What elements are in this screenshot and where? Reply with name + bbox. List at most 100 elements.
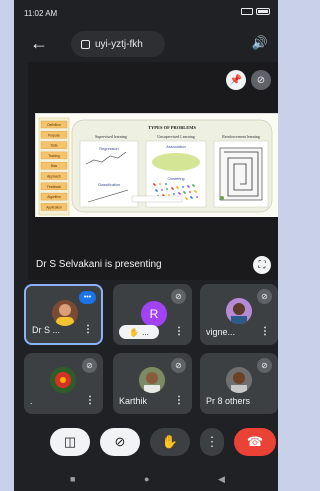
avatar-initial: R [149,307,159,321]
avatar [52,300,78,326]
slide-cluster-dot [154,184,156,186]
photo-avatar-icon [226,367,252,393]
slide-sidebar-label: Bias [51,164,58,168]
signal-icon [241,8,253,15]
slide-cluster-dot [195,191,197,193]
participant-name: Dr S ... [32,325,61,335]
more-options-icon: ⋮ [205,434,219,449]
avatar [139,367,165,393]
mic-off-icon: ⊘ [82,358,97,373]
camera-off-button[interactable]: ◫ [50,428,90,456]
participant-tile-4[interactable]: ⊘ . ⋮ [24,353,103,414]
slide-cluster-dot [182,186,184,188]
slide-cluster-dot [196,196,198,198]
slide-cluster-dot [173,193,175,195]
calendar-icon [81,39,90,49]
slide-col-2: Unsupervised Learning [157,134,194,139]
participant-name: . [30,396,33,406]
mic-off-icon: ⊘ [114,434,126,449]
raise-hand-button[interactable]: ✋ [150,428,190,456]
participant-tile-3[interactable]: ⊘ vigne... ⋮ [200,284,278,345]
mic-off-icon: ⊘ [257,289,272,304]
back-nav-icon[interactable]: ◀ [218,474,225,485]
photo-avatar-icon [56,304,74,326]
avatar [226,298,252,324]
participant-tile-1[interactable]: ••• Dr S ... ⋮ [24,284,103,345]
slide-sidebar-label: Approach [47,175,61,179]
end-call-icon: ☎ [246,434,264,449]
slide-cluster-dot [168,194,170,196]
home-icon[interactable]: ● [144,474,149,484]
hand-icon: ✋ [161,434,179,449]
slide-classification: Classification [98,183,120,187]
participant-name: Karthik [119,396,148,406]
participant-tile-others[interactable]: ⊘ Pr 8 others [200,353,278,414]
slide-sidebar-label: Training [48,154,60,158]
phone-screen: 11:02 AM ← uyi-yztj-fkh 🔊 📌 ⊘ Definition… [14,0,278,491]
avatar: R [141,301,167,327]
slide-clustering: Clustering [167,177,184,181]
speaker-icon[interactable]: 🔊 [252,35,268,51]
slide-cluster-dot [159,183,161,185]
slide-cluster-dot [184,192,186,194]
participant-tile-2[interactable]: ⊘ R ✋ ... ⋮ [113,284,192,345]
camera-off-icon: ◫ [63,434,77,449]
top-bar: ← uyi-yztj-fkh 🔊 [14,28,278,60]
more-options-icon[interactable]: ⋮ [174,395,184,406]
end-call-button[interactable]: ☎ [234,428,276,456]
slide-association: Association [166,145,185,149]
pin-icon[interactable]: 📌 [226,70,246,90]
recents-icon[interactable]: ■ [70,474,75,484]
slide-sidebar-label: Purpose [48,133,60,137]
participant-grid: ••• Dr S ... ⋮ ⊘ R ✋ ... ⋮ ⊘ vigne... ⋮ … [24,284,278,414]
slide-cluster-dot [191,197,193,199]
more-options-icon[interactable]: ⋮ [85,395,95,406]
slide-cluster-dot [165,183,167,185]
status-bar: 11:02 AM [14,0,278,28]
meeting-info-chip[interactable]: uyi-yztj-fkh [71,31,165,57]
others-count: 8 others [217,396,251,406]
meeting-code: uyi-yztj-fkh [95,38,143,50]
photo-avatar-icon [226,298,252,324]
hand-label: ... [142,327,149,337]
slide-sidebar-label: Application [46,205,62,209]
mic-off-button[interactable]: ⊘ [100,428,140,456]
more-options-icon[interactable]: ⋮ [83,324,93,335]
slide-diagram: Definition Purpose Data Training Bias Approac… [37,115,278,217]
more-options-icon[interactable]: ⋮ [174,326,184,337]
presenting-label: Dr S Selvakani is presenting [36,259,162,270]
more-options-button[interactable]: ⋮ [200,428,224,456]
avatar [226,367,252,393]
status-time: 11:02 AM [24,9,58,18]
slide-title: TYPES OF PROBLEMS [148,125,197,130]
slide-sidebar-label: Data [51,144,58,148]
raised-hand-chip: ✋ ... [119,325,159,339]
mic-off-icon: ⊘ [171,358,186,373]
mic-off-icon: ⊘ [257,358,272,373]
battery-icon [256,8,270,15]
fullscreen-icon[interactable]: ⛶ [253,256,271,274]
status-icons [241,8,270,15]
more-options-icon[interactable]: ⋮ [260,326,270,337]
slide-sidebar-label: Definition [47,123,61,127]
back-arrow-icon[interactable]: ← [30,34,48,52]
slide-col-3: Reinforcement learning [222,134,260,139]
slide-cluster-dot [186,198,188,200]
audio-level-icon: ••• [79,291,96,304]
mic-off-icon: ⊘ [171,289,186,304]
slide-sidebar-label: Feedback [47,185,61,189]
flower-avatar-icon [50,367,76,393]
slide-cluster-dot [193,185,195,187]
participant-name: Pr 8 others [206,396,251,406]
shared-slide: Definition Purpose Data Training Bias Approac… [35,113,278,217]
slide-regression: Regression [99,147,118,151]
participant-tile-5[interactable]: ⊘ Karthik ⋮ [113,353,192,414]
slide-cluster-dot [172,188,174,190]
slide-cluster-dot [156,190,158,192]
slide-cluster-dot [188,186,190,188]
photo-avatar-icon [139,367,165,393]
call-controls: ◫ ⊘ ✋ ⋮ ☎ [28,424,278,464]
slide-cluster-dot [166,188,168,190]
slide-cluster-dot [179,193,181,195]
mic-off-icon: ⊘ [251,70,271,90]
